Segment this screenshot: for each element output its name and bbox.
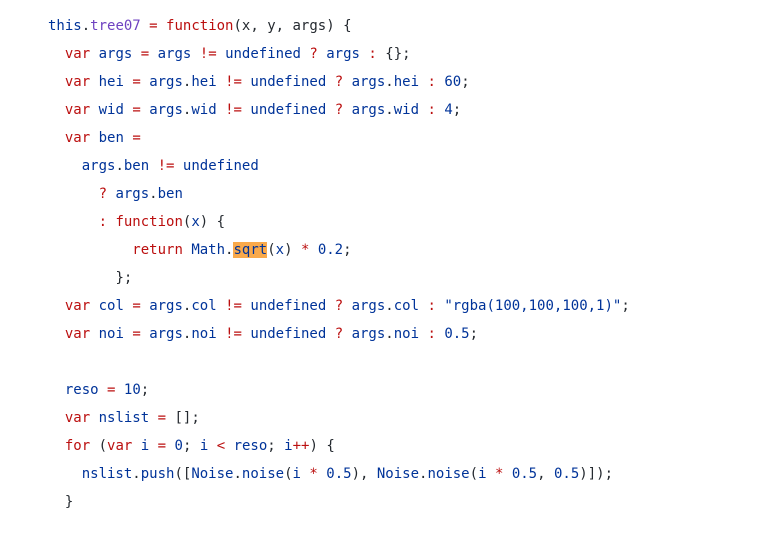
kw-function: function xyxy=(166,18,233,34)
highlighted-sqrt: sqrt xyxy=(233,242,267,258)
kw-this: this xyxy=(48,18,82,34)
fn-name: tree07 xyxy=(90,18,141,34)
code-block: this.tree07 = function(x, y, args) { var… xyxy=(0,0,772,528)
